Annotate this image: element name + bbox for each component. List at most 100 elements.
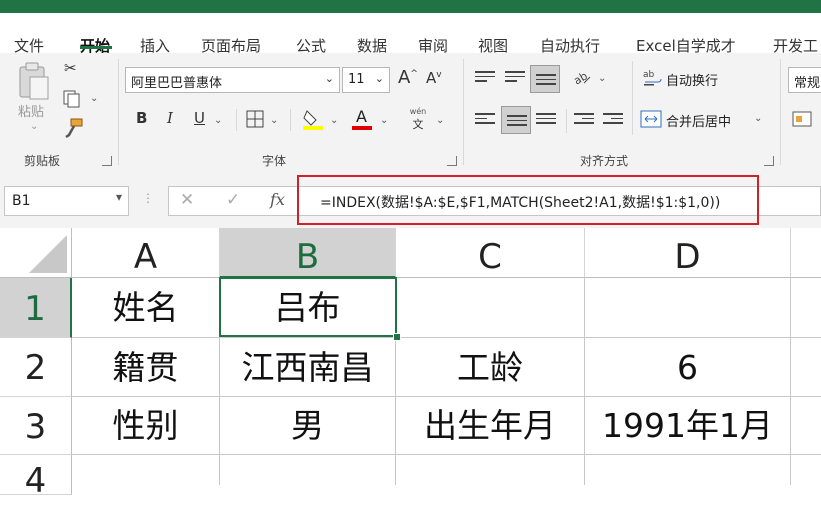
- row-header-2[interactable]: 2: [0, 338, 72, 397]
- column-header-b[interactable]: B: [220, 228, 396, 278]
- ribbon: 粘贴 ⌄ ✂ ⌄ 剪贴板 阿里巴巴普惠体 ⌄ 11 ⌄ A^ Av B I U …: [0, 53, 821, 173]
- italic-button[interactable]: I: [167, 109, 173, 127]
- cell-c1[interactable]: [396, 278, 585, 338]
- row-header-3[interactable]: 3: [0, 397, 72, 455]
- decrease-indent-icon[interactable]: [574, 113, 594, 127]
- paste-dropdown-icon[interactable]: ⌄: [30, 121, 38, 132]
- name-box[interactable]: B1 ▾: [4, 186, 129, 216]
- alignment-launcher-icon[interactable]: [764, 156, 774, 166]
- cell-e2[interactable]: [791, 338, 821, 397]
- row-header-1[interactable]: 1: [0, 278, 72, 338]
- divider: [632, 61, 633, 135]
- cell-d1[interactable]: [585, 278, 791, 338]
- enter-icon[interactable]: ✓: [226, 190, 240, 210]
- font-group-label: 字体: [262, 154, 287, 168]
- active-cell-border: [219, 277, 397, 337]
- phonetic-guide-button[interactable]: wén 文: [406, 107, 430, 133]
- cell-d2[interactable]: 6: [585, 338, 791, 397]
- cell-d3[interactable]: 1991年1月: [585, 397, 791, 455]
- insert-function-icon[interactable]: fx: [270, 190, 285, 209]
- chevron-down-icon: ⌄: [324, 72, 334, 85]
- divider: [566, 109, 567, 133]
- shrink-font-glyph: A: [426, 69, 437, 87]
- align-bottom-button[interactable]: [530, 65, 560, 93]
- orientation-dropdown-icon[interactable]: ⌄: [598, 73, 606, 84]
- merge-center-button[interactable]: 合并后居中: [666, 111, 731, 130]
- align-left-icon[interactable]: [475, 113, 495, 127]
- align-top-icon[interactable]: [475, 71, 495, 85]
- number-format-select[interactable]: 常规: [788, 67, 821, 93]
- column-header-d[interactable]: D: [585, 228, 791, 278]
- font-name-select[interactable]: 阿里巴巴普惠体 ⌄: [125, 67, 340, 93]
- grow-font-button[interactable]: A^: [398, 67, 418, 88]
- font-launcher-icon[interactable]: [447, 156, 457, 166]
- border-icon[interactable]: [246, 110, 264, 128]
- fill-color-dropdown-icon[interactable]: ⌄: [330, 115, 338, 126]
- row-header-4[interactable]: 4: [0, 455, 72, 501]
- underline-dropdown-icon[interactable]: ⌄: [214, 115, 222, 126]
- shrink-font-button[interactable]: Av: [426, 69, 442, 87]
- svg-text:ab: ab: [572, 69, 590, 87]
- font-size-select[interactable]: 11 ⌄: [342, 67, 390, 93]
- align-center-icon: [507, 115, 527, 129]
- cut-icon[interactable]: ✂: [64, 59, 77, 77]
- group-divider: [118, 59, 119, 165]
- cell-c3[interactable]: 出生年月: [396, 397, 585, 455]
- cancel-icon[interactable]: ✕: [180, 190, 194, 210]
- cell-e1[interactable]: [791, 278, 821, 338]
- font-color-swatch: [352, 126, 372, 130]
- select-all-triangle-icon: [29, 235, 67, 273]
- font-size-value: 11: [348, 72, 365, 87]
- align-bottom-icon: [536, 74, 556, 88]
- font-color-dropdown-icon[interactable]: ⌄: [380, 115, 388, 126]
- border-dropdown-icon[interactable]: ⌄: [270, 115, 278, 126]
- format-painter-icon[interactable]: [62, 117, 84, 139]
- merge-center-icon[interactable]: [640, 109, 662, 129]
- cell-b2[interactable]: 江西南昌: [220, 338, 396, 397]
- group-divider: [463, 59, 464, 165]
- align-center-button[interactable]: [501, 106, 531, 134]
- accounting-format-icon[interactable]: [792, 109, 812, 129]
- increase-indent-icon[interactable]: [603, 113, 623, 127]
- align-middle-icon[interactable]: [505, 71, 525, 85]
- chevron-down-icon: ▾: [115, 190, 122, 204]
- clipboard-icon: [19, 62, 49, 100]
- copy-dropdown-icon[interactable]: ⌄: [90, 93, 98, 104]
- clipboard-launcher-icon[interactable]: [102, 156, 112, 166]
- column-header-e[interactable]: [791, 228, 821, 278]
- paste-button[interactable]: [16, 61, 52, 101]
- cell-a3[interactable]: 性别: [72, 397, 220, 455]
- font-color-button[interactable]: A: [352, 107, 374, 131]
- align-right-icon[interactable]: [536, 113, 556, 127]
- column-header-a[interactable]: A: [72, 228, 220, 278]
- divider: [236, 109, 237, 131]
- cell-a2[interactable]: 籍贯: [72, 338, 220, 397]
- orientation-icon[interactable]: ab: [571, 67, 592, 87]
- worksheet-grid: A B C D 1 2 3 4 姓名 吕布 籍贯 江西南昌 工龄 6 性别 男 …: [0, 228, 821, 501]
- phonetic-bottom: 文: [412, 118, 424, 131]
- cell-e3[interactable]: [791, 397, 821, 455]
- wrap-text-button[interactable]: 自动换行: [666, 70, 718, 89]
- underline-button[interactable]: U: [194, 109, 205, 127]
- bold-button[interactable]: B: [136, 109, 147, 127]
- svg-text:ab: ab: [643, 70, 655, 80]
- menu-bar: 文件 开始 插入 页面布局 公式 数据 审阅 视图 自动执行 Excel自学成才…: [0, 13, 821, 55]
- select-all-button[interactable]: [0, 228, 72, 278]
- font-color-icon: A: [356, 107, 367, 126]
- column-header-c[interactable]: C: [396, 228, 585, 278]
- fill-handle[interactable]: [393, 333, 401, 341]
- number-format-value: 常规: [794, 76, 821, 91]
- merge-dropdown-icon[interactable]: ⌄: [754, 113, 762, 124]
- title-bar: [0, 0, 821, 13]
- chevron-down-icon: ⌄: [374, 72, 384, 85]
- copy-icon[interactable]: [62, 89, 82, 109]
- active-tab-indicator: [80, 46, 112, 49]
- cell-c2[interactable]: 工龄: [396, 338, 585, 397]
- fill-color-icon[interactable]: [302, 107, 324, 131]
- wrap-text-icon[interactable]: ab: [643, 68, 663, 88]
- cell-a1[interactable]: 姓名: [72, 278, 220, 338]
- splitter-handle-icon[interactable]: ⋮: [142, 191, 154, 205]
- phonetic-dropdown-icon[interactable]: ⌄: [436, 115, 444, 126]
- cell-b3[interactable]: 男: [220, 397, 396, 455]
- grow-font-glyph: A: [398, 67, 411, 88]
